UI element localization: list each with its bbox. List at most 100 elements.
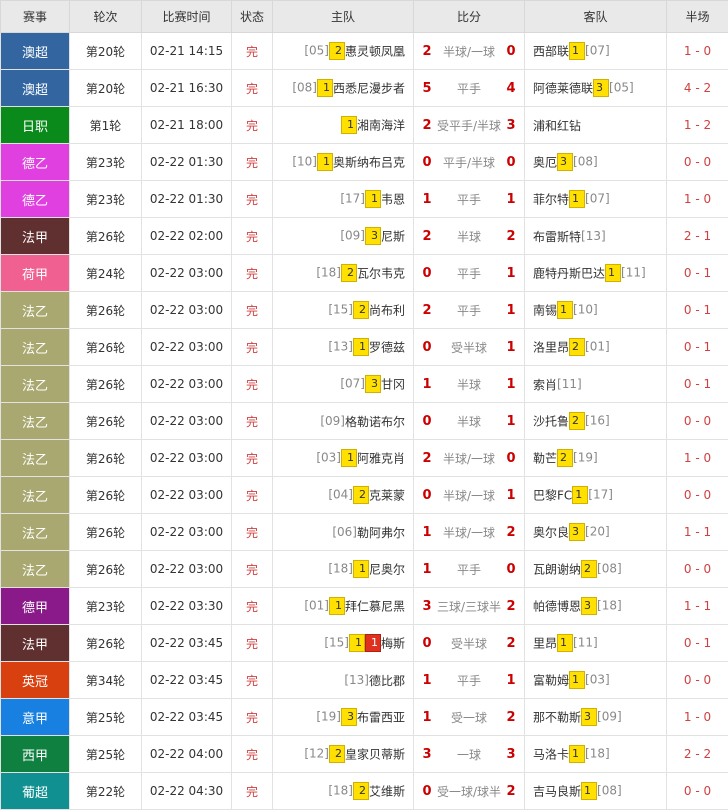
home-team-link[interactable]: 尚布利 (369, 304, 405, 318)
home-team-link[interactable]: 尼斯 (381, 230, 405, 244)
table-row[interactable]: 法甲第26轮02-22 02:00完[09]3尼斯2半球2布雷斯特[13]2 -… (1, 218, 728, 255)
league-cell[interactable]: 英冠 (1, 662, 70, 699)
table-row[interactable]: 德乙第23轮02-22 01:30完[10]1奥斯纳布吕克0平手/半球0奥厄3[… (1, 144, 728, 181)
score-cell[interactable]: 0平手1 (414, 255, 525, 292)
away-team-link[interactable]: 洛里昂 (533, 341, 569, 355)
league-cell[interactable]: 意甲 (1, 699, 70, 736)
away-team-link[interactable]: 布雷斯特 (533, 230, 581, 244)
table-row[interactable]: 法乙第26轮02-22 03:00完[15]2尚布利2平手1南锡1[10]0 -… (1, 292, 728, 329)
score-cell[interactable]: 1平手0 (414, 551, 525, 588)
score-cell[interactable]: 3三球/三球半2 (414, 588, 525, 625)
score-cell[interactable]: 1半球/一球2 (414, 514, 525, 551)
score-cell[interactable]: 0受一球/球半2 (414, 773, 525, 810)
table-row[interactable]: 法乙第26轮02-22 03:00完[09]格勒诺布尔0半球1沙托鲁2[16]0… (1, 403, 728, 440)
home-team-link[interactable]: 德比郡 (369, 674, 405, 688)
home-team-link[interactable]: 阿雅克肖 (357, 452, 405, 466)
table-row[interactable]: 法乙第26轮02-22 03:00完[13]1罗德兹0受半球1洛里昂2[01]0… (1, 329, 728, 366)
away-team-link[interactable]: 西部联 (533, 45, 569, 59)
table-row[interactable]: 澳超第20轮02-21 14:15完[05]2惠灵顿凤凰2半球/一球0西部联1[… (1, 33, 728, 70)
league-cell[interactable]: 法乙 (1, 366, 70, 403)
score-cell[interactable]: 1平手1 (414, 181, 525, 218)
away-team-link[interactable]: 浦和红钻 (533, 119, 581, 133)
league-cell[interactable]: 德甲 (1, 588, 70, 625)
score-cell[interactable]: 2半球2 (414, 218, 525, 255)
score-cell[interactable]: 0半球/一球1 (414, 477, 525, 514)
league-cell[interactable]: 法乙 (1, 514, 70, 551)
home-team-link[interactable]: 克莱蒙 (369, 489, 405, 503)
league-cell[interactable]: 法乙 (1, 551, 70, 588)
home-team-link[interactable]: 韦恩 (381, 193, 405, 207)
score-cell[interactable]: 0受半球2 (414, 625, 525, 662)
away-team-link[interactable]: 富勒姆 (533, 674, 569, 688)
header-status[interactable]: 状态 (232, 1, 273, 33)
score-cell[interactable]: 0平手/半球0 (414, 144, 525, 181)
league-cell[interactable]: 法乙 (1, 292, 70, 329)
league-cell[interactable]: 荷甲 (1, 255, 70, 292)
league-cell[interactable]: 西甲 (1, 736, 70, 773)
away-team-link[interactable]: 瓦朗谢纳 (533, 563, 581, 577)
league-cell[interactable]: 法乙 (1, 403, 70, 440)
table-row[interactable]: 法乙第26轮02-22 03:00完[07]3甘冈1半球1索肖[11]0 - 1 (1, 366, 728, 403)
score-cell[interactable]: 2平手1 (414, 292, 525, 329)
league-cell[interactable]: 法乙 (1, 440, 70, 477)
home-team-link[interactable]: 尼奥尔 (369, 563, 405, 577)
score-cell[interactable]: 3一球3 (414, 736, 525, 773)
header-league[interactable]: 赛事 (1, 1, 70, 33)
header-half[interactable]: 半场 (667, 1, 728, 33)
league-cell[interactable]: 法甲 (1, 218, 70, 255)
score-cell[interactable]: 5平手4 (414, 70, 525, 107)
table-row[interactable]: 西甲第25轮02-22 04:00完[12]2皇家贝蒂斯3一球3马洛卡1[18]… (1, 736, 728, 773)
league-cell[interactable]: 法乙 (1, 329, 70, 366)
score-cell[interactable]: 2受平手/半球3 (414, 107, 525, 144)
home-team-link[interactable]: 梅斯 (381, 637, 405, 651)
away-team-link[interactable]: 鹿特丹斯巴达 (533, 267, 605, 281)
table-row[interactable]: 英冠第34轮02-22 03:45完[13]德比郡1平手1富勒姆1[03]0 -… (1, 662, 728, 699)
league-cell[interactable]: 葡超 (1, 773, 70, 810)
away-team-link[interactable]: 巴黎FC (533, 489, 572, 503)
table-row[interactable]: 法乙第26轮02-22 03:00完[03]1阿雅克肖2半球/一球0勒芒2[19… (1, 440, 728, 477)
home-team-link[interactable]: 艾维斯 (369, 785, 405, 799)
away-team-link[interactable]: 里昂 (533, 637, 557, 651)
away-team-link[interactable]: 帕德博恩 (533, 600, 581, 614)
league-cell[interactable]: 日职 (1, 107, 70, 144)
home-team-link[interactable]: 勒阿弗尔 (357, 526, 405, 540)
league-cell[interactable]: 德乙 (1, 181, 70, 218)
header-score[interactable]: 比分 (414, 1, 525, 33)
away-team-link[interactable]: 奥尔良 (533, 526, 569, 540)
table-row[interactable]: 葡超第22轮02-22 04:30完[18]2艾维斯0受一球/球半2吉马良斯1[… (1, 773, 728, 810)
score-cell[interactable]: 1平手1 (414, 662, 525, 699)
score-cell[interactable]: 0受半球1 (414, 329, 525, 366)
table-row[interactable]: 澳超第20轮02-21 16:30完[08]1西悉尼漫步者5平手4阿德莱德联3[… (1, 70, 728, 107)
home-team-link[interactable]: 瓦尔韦克 (357, 267, 405, 281)
table-row[interactable]: 法甲第26轮02-22 03:45完[15]11梅斯0受半球2里昂1[11]0 … (1, 625, 728, 662)
league-cell[interactable]: 澳超 (1, 70, 70, 107)
away-team-link[interactable]: 南锡 (533, 304, 557, 318)
away-team-link[interactable]: 马洛卡 (533, 748, 569, 762)
header-home[interactable]: 主队 (273, 1, 414, 33)
score-cell[interactable]: 0半球1 (414, 403, 525, 440)
table-row[interactable]: 法乙第26轮02-22 03:00完[04]2克莱蒙0半球/一球1巴黎FC1[1… (1, 477, 728, 514)
away-team-link[interactable]: 菲尔特 (533, 193, 569, 207)
table-row[interactable]: 日职第1轮02-21 18:00完1湘南海洋2受平手/半球3浦和红钻1 - 2 (1, 107, 728, 144)
table-row[interactable]: 意甲第25轮02-22 03:45完[19]3布雷西亚1受一球2那不勒斯3[09… (1, 699, 728, 736)
home-team-link[interactable]: 惠灵顿凤凰 (345, 45, 405, 59)
table-row[interactable]: 德甲第23轮02-22 03:30完[01]1拜仁慕尼黑3三球/三球半2帕德博恩… (1, 588, 728, 625)
home-team-link[interactable]: 布雷西亚 (357, 711, 405, 725)
home-team-link[interactable]: 罗德兹 (369, 341, 405, 355)
home-team-link[interactable]: 拜仁慕尼黑 (345, 600, 405, 614)
header-away[interactable]: 客队 (525, 1, 667, 33)
league-cell[interactable]: 德乙 (1, 144, 70, 181)
league-cell[interactable]: 法甲 (1, 625, 70, 662)
table-row[interactable]: 法乙第26轮02-22 03:00完[06]勒阿弗尔1半球/一球2奥尔良3[20… (1, 514, 728, 551)
table-row[interactable]: 法乙第26轮02-22 03:00完[18]1尼奥尔1平手0瓦朗谢纳2[08]0… (1, 551, 728, 588)
away-team-link[interactable]: 阿德莱德联 (533, 82, 593, 96)
header-round[interactable]: 轮次 (70, 1, 142, 33)
header-time[interactable]: 比赛时间 (142, 1, 232, 33)
score-cell[interactable]: 1受一球2 (414, 699, 525, 736)
home-team-link[interactable]: 格勒诺布尔 (345, 415, 405, 429)
away-team-link[interactable]: 奥厄 (533, 156, 557, 170)
league-cell[interactable]: 澳超 (1, 33, 70, 70)
table-row[interactable]: 德乙第23轮02-22 01:30完[17]1韦恩1平手1菲尔特1[07]1 -… (1, 181, 728, 218)
home-team-link[interactable]: 甘冈 (381, 378, 405, 392)
away-team-link[interactable]: 沙托鲁 (533, 415, 569, 429)
